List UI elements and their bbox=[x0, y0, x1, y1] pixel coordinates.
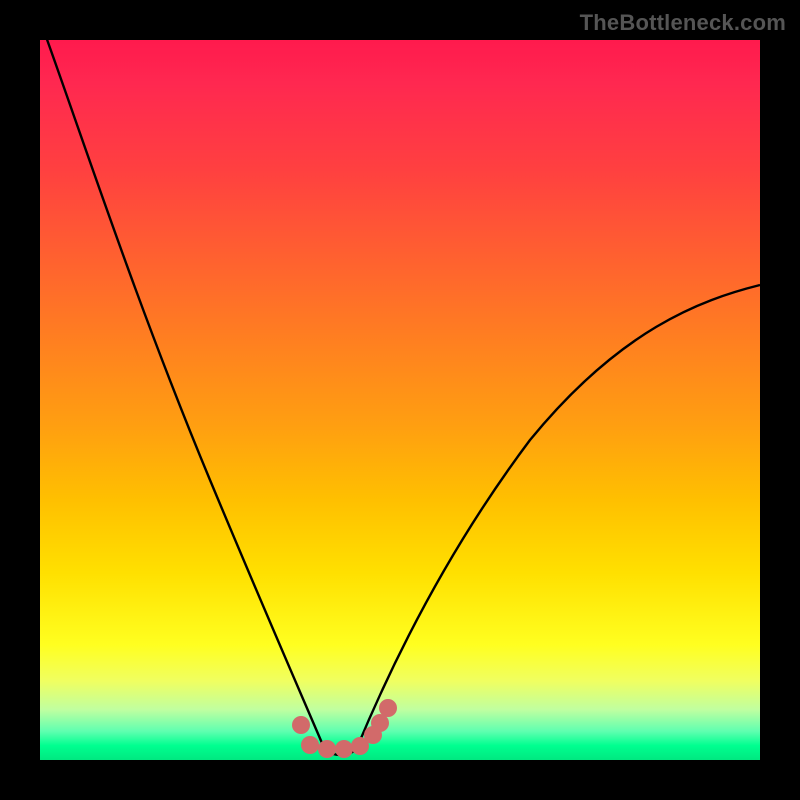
marker-dot bbox=[335, 740, 353, 758]
plot-area bbox=[40, 40, 760, 760]
marker-dot bbox=[301, 736, 319, 754]
marker-dot bbox=[318, 740, 336, 758]
curve-svg bbox=[40, 40, 760, 760]
curve-right-branch bbox=[356, 285, 760, 750]
chart-container: TheBottleneck.com bbox=[0, 0, 800, 800]
bottleneck-curve bbox=[40, 20, 760, 755]
curve-left-branch bbox=[40, 20, 325, 750]
marker-dot bbox=[379, 699, 397, 717]
marker-dot bbox=[292, 716, 310, 734]
watermark-label: TheBottleneck.com bbox=[580, 10, 786, 36]
